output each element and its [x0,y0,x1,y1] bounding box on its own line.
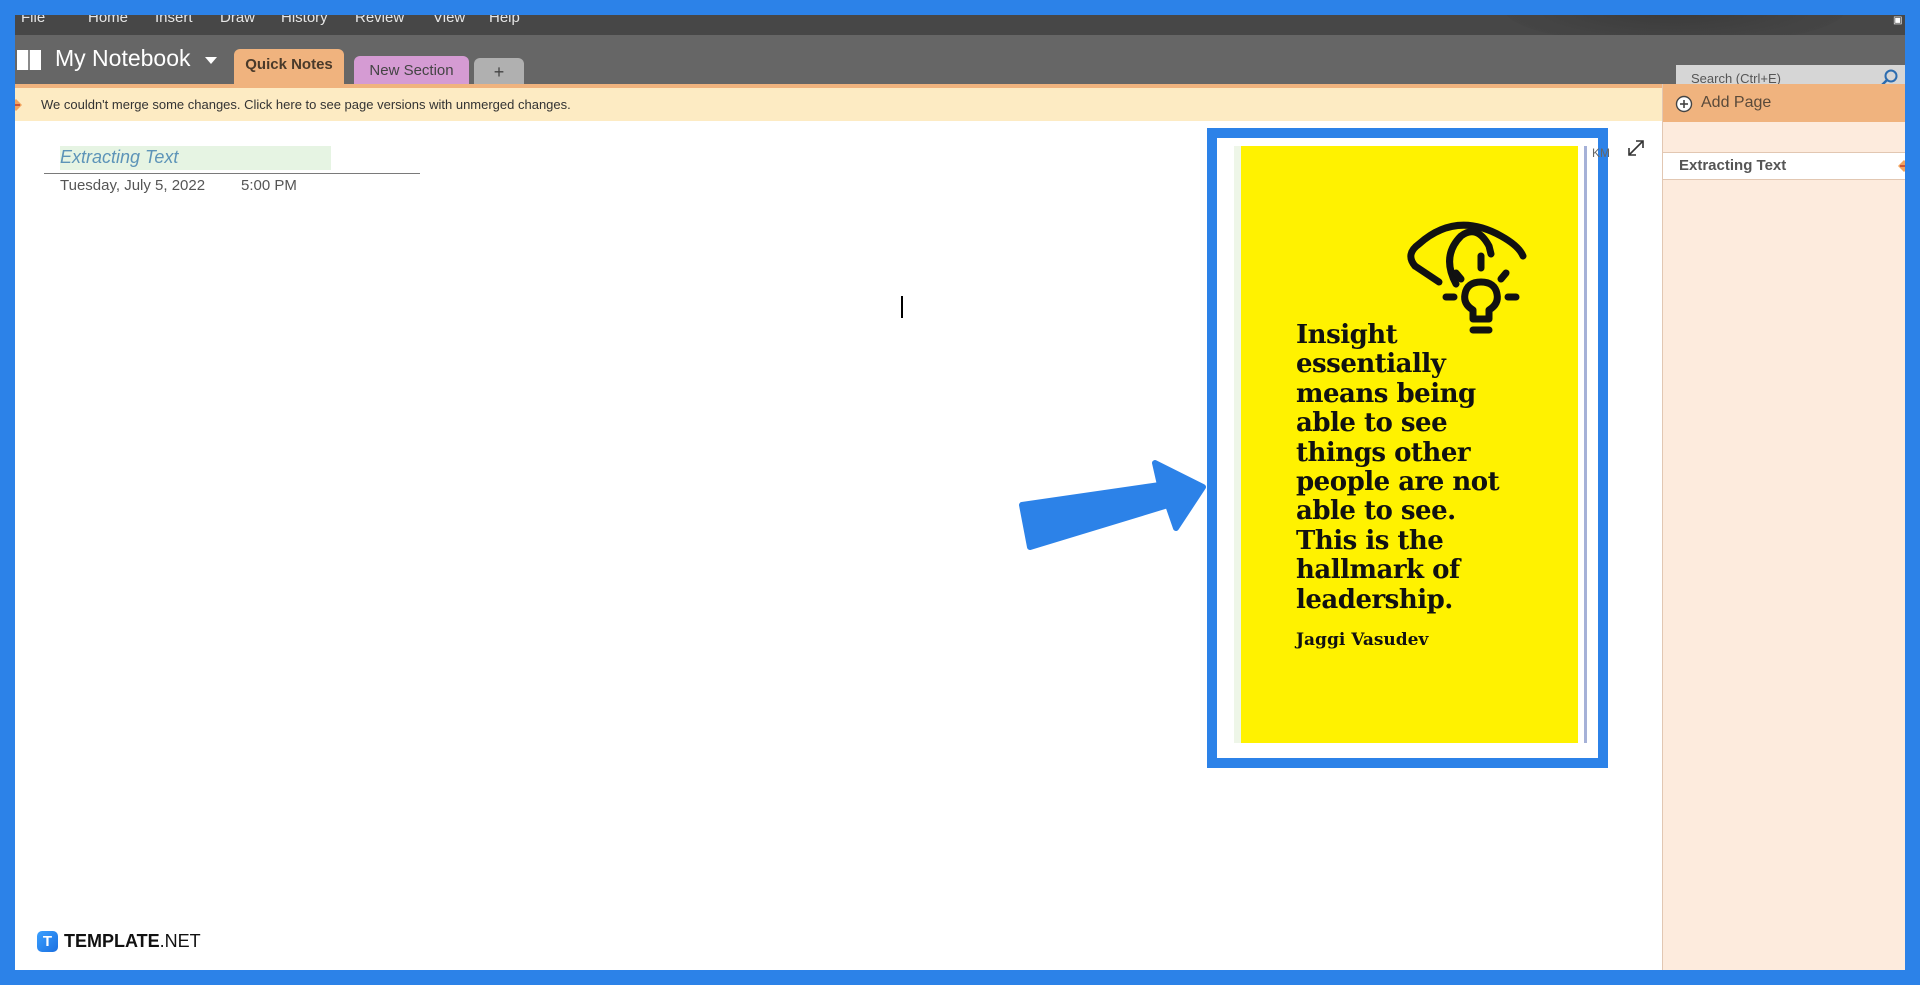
quote-image[interactable]: Insight essentially means being able to … [1241,146,1578,743]
plus-circle-icon [1675,95,1693,113]
eye-lightbulb-icon [1407,221,1527,334]
merge-warning-bar[interactable]: We couldn't merge some changes. Click he… [15,88,1662,121]
section-tab-quick-notes[interactable]: Quick Notes [234,49,344,84]
image-container: Insight essentially means being able to … [1217,138,1610,758]
merge-conflict-icon [1898,160,1905,172]
add-page-label: Add Page [1701,94,1772,111]
title-divider [44,173,420,174]
quote-line: means being [1296,378,1476,409]
notebook-icon[interactable] [17,50,43,70]
menu-help[interactable]: Help [489,15,520,26]
pages-panel: Add Page Extracting Text [1662,84,1905,970]
watermark-brand: TEMPLATE [64,931,160,951]
highlight-frame: Insight essentially means being able to … [1207,128,1610,768]
template-logo-icon: T [37,931,58,952]
watermark-suffix: .NET [159,931,201,951]
menu-file[interactable]: File [21,15,45,26]
restore-icon[interactable]: ▣ [1893,15,1903,27]
menu-home[interactable]: Home [88,15,128,26]
notebook-title[interactable]: My Notebook [55,45,191,72]
quote-text: Insight essentially means being able to … [1296,320,1576,615]
quote-line: Insight [1296,320,1398,350]
merge-conflict-icon [15,99,22,111]
notebook-bar: My Notebook Quick Notes New Section + Se… [15,35,1905,92]
add-page-button[interactable]: Add Page [1663,84,1905,122]
menu-draw[interactable]: Draw [220,15,255,26]
quote-line: able to see [1296,408,1448,439]
page-list-item[interactable]: Extracting Text [1663,152,1905,180]
menu-view[interactable]: View [433,15,465,26]
menu-insert[interactable]: Insert [155,15,193,26]
page-list-item-label: Extracting Text [1679,157,1787,174]
page-date: Tuesday, July 5, 2022 [60,177,206,194]
merge-warning-text[interactable]: We couldn't merge some changes. Click he… [41,88,571,121]
quote-line: people are not [1296,467,1500,498]
annotation-arrow-icon [1019,460,1206,550]
quote-line: leadership. [1296,584,1453,615]
caret-down-icon[interactable] [205,57,217,64]
quote-line: able to see. [1296,496,1456,527]
quote-line: things other [1296,437,1471,468]
page-time: 5:00 PM [241,177,297,194]
expand-icon[interactable] [1626,138,1646,158]
section-tab-new-section[interactable]: New Section [354,56,469,84]
quote-line: hallmark of [1296,555,1460,586]
author-initials: KM [1592,146,1610,160]
template-net-watermark: T TEMPLATE.NET [37,931,201,952]
ribbon-menu-bar: File Home Insert Draw History Review Vie… [15,15,1905,45]
menu-history[interactable]: History [281,15,328,26]
watermark-text: TEMPLATE.NET [64,931,201,952]
onenote-window: File Home Insert Draw History Review Vie… [15,15,1905,970]
menu-review[interactable]: Review [355,15,404,26]
quote-author: Jaggi Vasudev [1296,630,1429,650]
add-section-button[interactable]: + [474,58,524,84]
image-resize-bar[interactable] [1584,146,1587,743]
text-cursor [901,296,903,318]
quote-line: This is the [1296,525,1444,556]
page-title[interactable]: Extracting Text [60,147,178,168]
quote-line: essentially [1296,349,1446,380]
